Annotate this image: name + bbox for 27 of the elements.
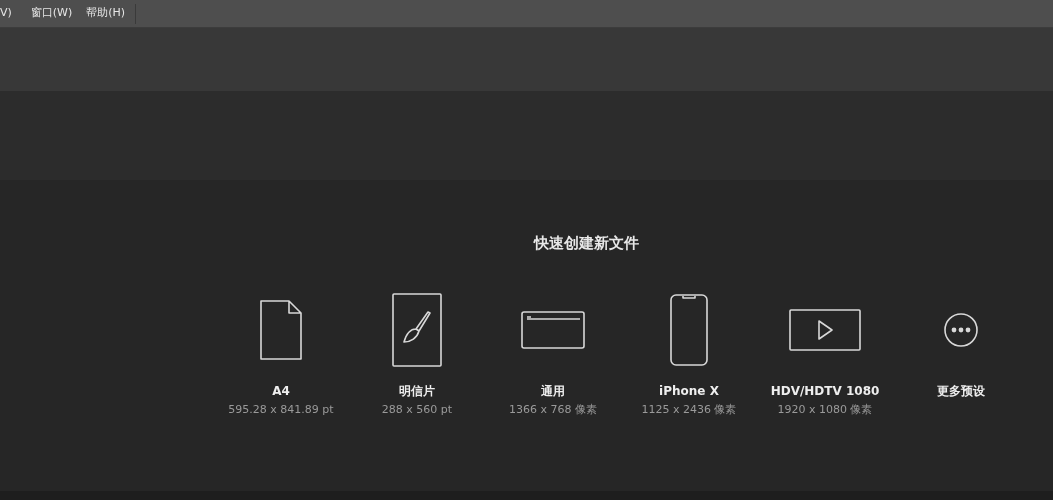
menu-item[interactable]: V) — [0, 5, 24, 22]
preset-card[interactable]: HDV/HDTV 1080 1920 x 1080 像素 — [757, 291, 893, 418]
preset-name: 通用 — [541, 382, 565, 400]
preset-size: 595.28 x 841.89 pt — [228, 401, 334, 418]
more-icon — [943, 311, 979, 348]
preset-size: 1366 x 768 像素 — [509, 401, 597, 418]
brush-icon — [392, 292, 442, 367]
menu-item[interactable]: 窗口(W) — [23, 5, 80, 22]
preset-card[interactable]: 更多预设 — [893, 291, 1029, 418]
video-icon — [789, 308, 861, 351]
preset-name: iPhone X — [659, 382, 719, 400]
preset-card[interactable]: iPhone X 1125 x 2436 像素 — [621, 291, 757, 418]
preset-name: 更多预设 — [937, 382, 985, 400]
preset-name: 明信片 — [399, 382, 435, 400]
preset-size: 288 x 560 pt — [381, 401, 453, 418]
window-icon — [521, 310, 585, 349]
menu-item[interactable]: 帮助(H) — [79, 5, 133, 22]
section-title: 快速创建新文件 — [532, 233, 640, 254]
phone-icon — [670, 293, 708, 366]
preset-size: 1920 x 1080 像素 — [777, 401, 873, 418]
preset-card[interactable]: 通用 1366 x 768 像素 — [485, 291, 621, 418]
preset-card[interactable]: 明信片 288 x 560 pt — [349, 291, 485, 418]
preset-card[interactable]: A4 595.28 x 841.89 pt — [213, 291, 349, 418]
preset-size: 1125 x 2436 像素 — [641, 401, 737, 418]
preset-name: HDV/HDTV 1080 — [770, 382, 880, 400]
document-icon — [259, 298, 303, 361]
preset-name: A4 — [272, 382, 290, 400]
